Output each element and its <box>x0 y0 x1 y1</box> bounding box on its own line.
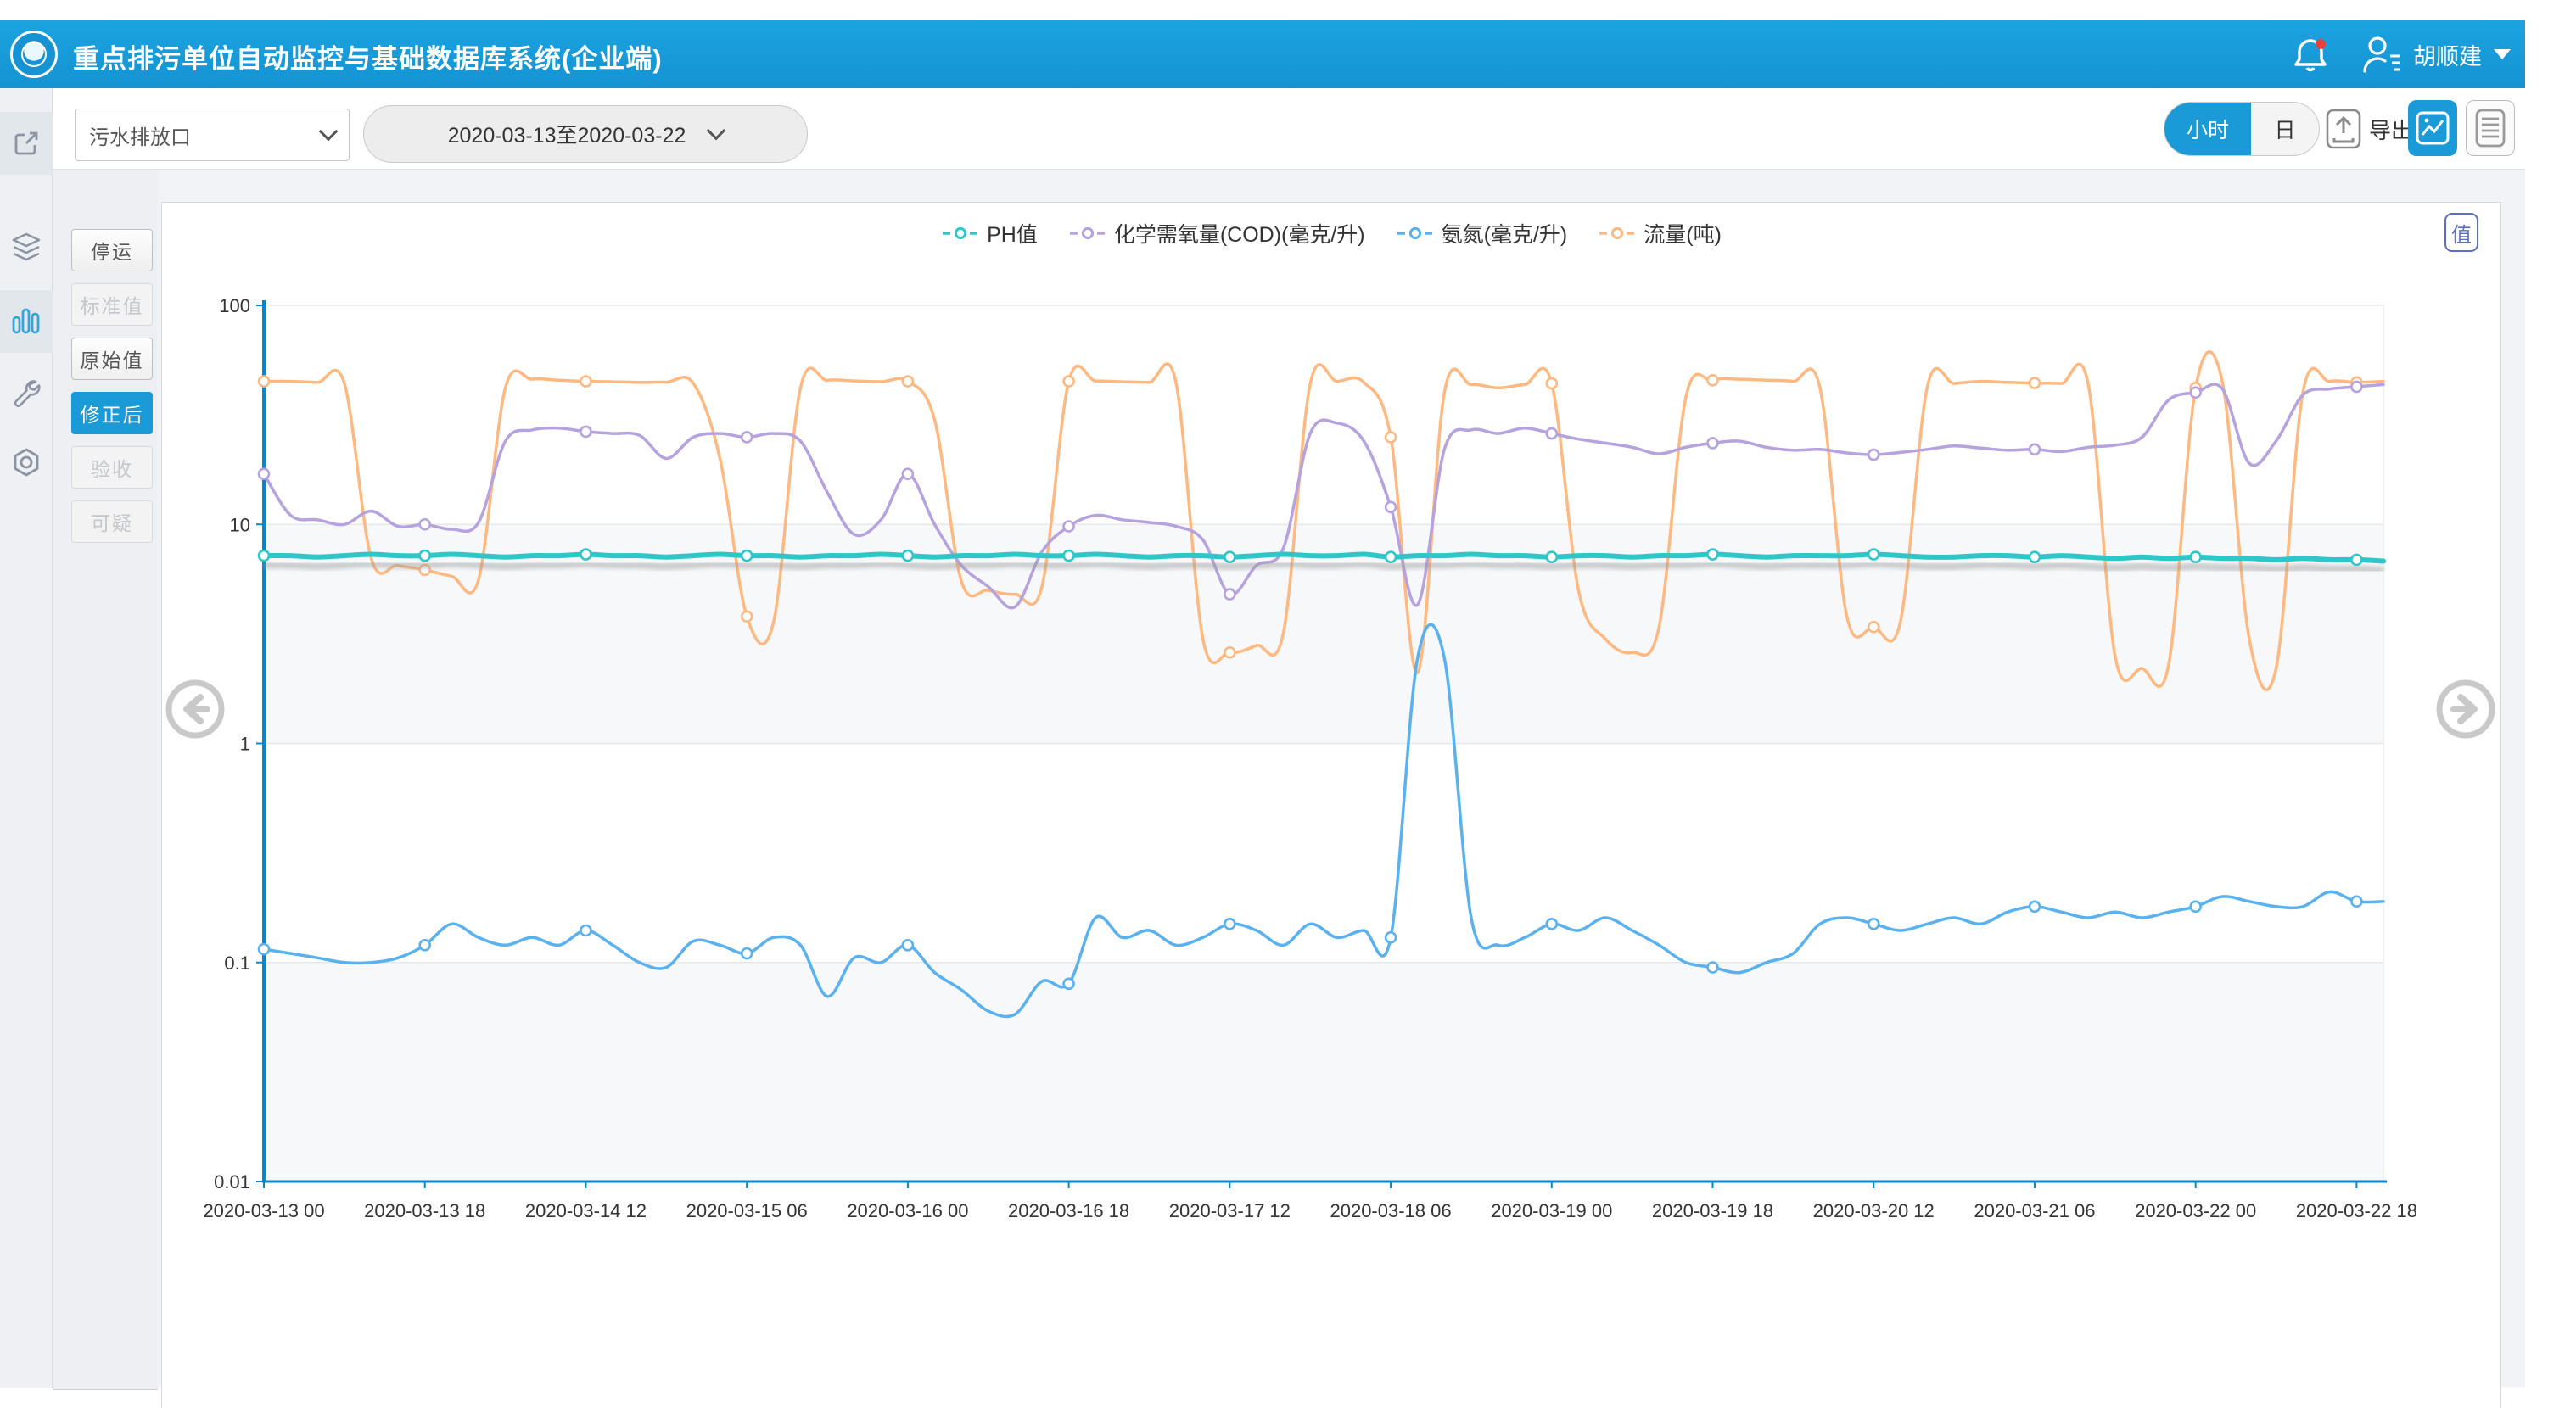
panel-bottom-gap <box>53 1390 161 1407</box>
chevron-down-icon <box>2494 49 2511 59</box>
sidebar-item-layers[interactable] <box>0 215 53 278</box>
outlet-select[interactable]: 污水排放口 <box>75 109 350 161</box>
app-header: 重点排污单位自动监控与基础数据库系统(企业端) 胡顺建 <box>0 20 2525 88</box>
legend-marker-icon <box>943 226 978 241</box>
chart-legend: PH值 化学需氧量(COD)(毫克/升) 氨氮(毫克/升) 流量(吨) <box>162 218 2502 249</box>
legend-item-flow[interactable]: 流量(吨) <box>1599 218 1722 249</box>
svg-text:2020-03-13 00: 2020-03-13 00 <box>203 1200 324 1221</box>
granularity-segmented-control: 小时 日 <box>2164 102 2320 156</box>
chart-view-button[interactable] <box>2408 100 2457 156</box>
pan-left-button[interactable] <box>165 679 226 740</box>
open-in-new-icon <box>11 128 42 159</box>
button-corrected-value[interactable]: 修正后 <box>71 392 153 434</box>
svg-text:2020-03-22 18: 2020-03-22 18 <box>2296 1200 2417 1221</box>
svg-text:2020-03-20 12: 2020-03-20 12 <box>1813 1200 1935 1221</box>
export-button[interactable]: 导出 <box>2325 107 2413 151</box>
chevron-down-icon <box>707 121 726 141</box>
show-values-toggle[interactable]: 值 <box>2444 213 2478 252</box>
upload-icon <box>2325 108 2362 150</box>
left-sidebar <box>0 88 53 1388</box>
outlet-select-value: 污水排放口 <box>89 120 322 150</box>
legend-item-nh3[interactable]: 氨氮(毫克/升) <box>1397 218 1568 249</box>
button-standard-value[interactable]: 标准值 <box>71 283 153 326</box>
app-logo-icon <box>10 31 58 78</box>
table-view-button[interactable] <box>2466 100 2515 156</box>
granularity-day-button[interactable]: 日 <box>2251 103 2319 155</box>
user-icon <box>2359 34 2403 75</box>
bar-chart-icon <box>10 305 42 338</box>
sidebar-item-open-in-new[interactable] <box>0 112 53 175</box>
button-acceptance[interactable]: 验收 <box>71 446 153 489</box>
date-range-select[interactable]: 2020-03-13至2020-03-22 <box>363 105 808 163</box>
toolbar: 污水排放口 2020-03-13至2020-03-22 小时 日 导出 <box>53 88 2525 170</box>
legend-item-cod[interactable]: 化学需氧量(COD)(毫克/升) <box>1070 218 1365 249</box>
svg-text:1: 1 <box>240 734 250 755</box>
legend-item-ph[interactable]: PH值 <box>943 218 1038 249</box>
svg-text:0.1: 0.1 <box>224 953 250 974</box>
legend-marker-icon <box>1397 226 1433 241</box>
button-suspicious[interactable]: 可疑 <box>71 500 153 543</box>
svg-text:0.01: 0.01 <box>214 1171 250 1193</box>
svg-text:2020-03-22 00: 2020-03-22 00 <box>2135 1200 2256 1221</box>
svg-text:2020-03-16 00: 2020-03-16 00 <box>847 1200 968 1221</box>
app-window: 重点排污单位自动监控与基础数据库系统(企业端) 胡顺建 污水排放口 <box>0 20 2525 1387</box>
export-label: 导出 <box>2369 114 2413 145</box>
chart-panel: 100 10 1 0.1 0.01 2020-03-13 00 2020-03-13 18 2… <box>161 202 2501 1407</box>
sidebar-item-monitoring-charts[interactable] <box>0 290 53 353</box>
chart-image-icon <box>2416 109 2450 147</box>
user-name: 胡顺建 <box>2413 38 2482 71</box>
button-original-value[interactable]: 原始值 <box>71 338 153 380</box>
page-title: 重点排污单位自动监控与基础数据库系统(企业端) <box>73 37 663 75</box>
svg-text:2020-03-18 06: 2020-03-18 06 <box>1330 1200 1451 1221</box>
pan-right-button[interactable] <box>2435 679 2496 740</box>
svg-text:2020-03-19 18: 2020-03-19 18 <box>1652 1200 1773 1221</box>
notification-bell-icon[interactable] <box>2291 36 2330 75</box>
svg-text:2020-03-21 06: 2020-03-21 06 <box>1974 1200 2095 1221</box>
legend-marker-icon <box>1070 226 1106 241</box>
sidebar-item-settings[interactable] <box>0 431 53 494</box>
svg-text:2020-03-16 18: 2020-03-16 18 <box>1008 1200 1129 1221</box>
notification-badge <box>2316 39 2326 49</box>
svg-text:2020-03-13 18: 2020-03-13 18 <box>364 1200 485 1221</box>
user-menu[interactable]: 胡顺建 <box>2359 34 2511 75</box>
list-icon <box>2475 109 2506 148</box>
sidebar-item-tools[interactable] <box>0 361 53 424</box>
line-chart[interactable]: 100 10 1 0.1 0.01 2020-03-13 00 2020-03-13 18 2… <box>162 203 2502 1408</box>
wrench-icon <box>10 377 42 409</box>
button-stop-run[interactable]: 停运 <box>71 229 153 271</box>
svg-text:2020-03-15 06: 2020-03-15 06 <box>686 1200 808 1221</box>
date-range-value: 2020-03-13至2020-03-22 <box>448 119 686 149</box>
svg-text:10: 10 <box>230 514 250 535</box>
svg-text:2020-03-17 12: 2020-03-17 12 <box>1169 1200 1291 1221</box>
granularity-hour-button[interactable]: 小时 <box>2164 103 2251 155</box>
svg-text:100: 100 <box>219 295 250 316</box>
value-type-panel: 停运 标准值 原始值 修正后 验收 可疑 <box>53 170 158 1390</box>
svg-text:2020-03-19 00: 2020-03-19 00 <box>1491 1200 1612 1221</box>
svg-text:2020-03-14 12: 2020-03-14 12 <box>525 1200 647 1221</box>
layers-icon <box>10 231 42 263</box>
settings-nut-icon <box>10 446 42 478</box>
legend-marker-icon <box>1599 226 1635 241</box>
chevron-down-icon <box>319 122 339 142</box>
